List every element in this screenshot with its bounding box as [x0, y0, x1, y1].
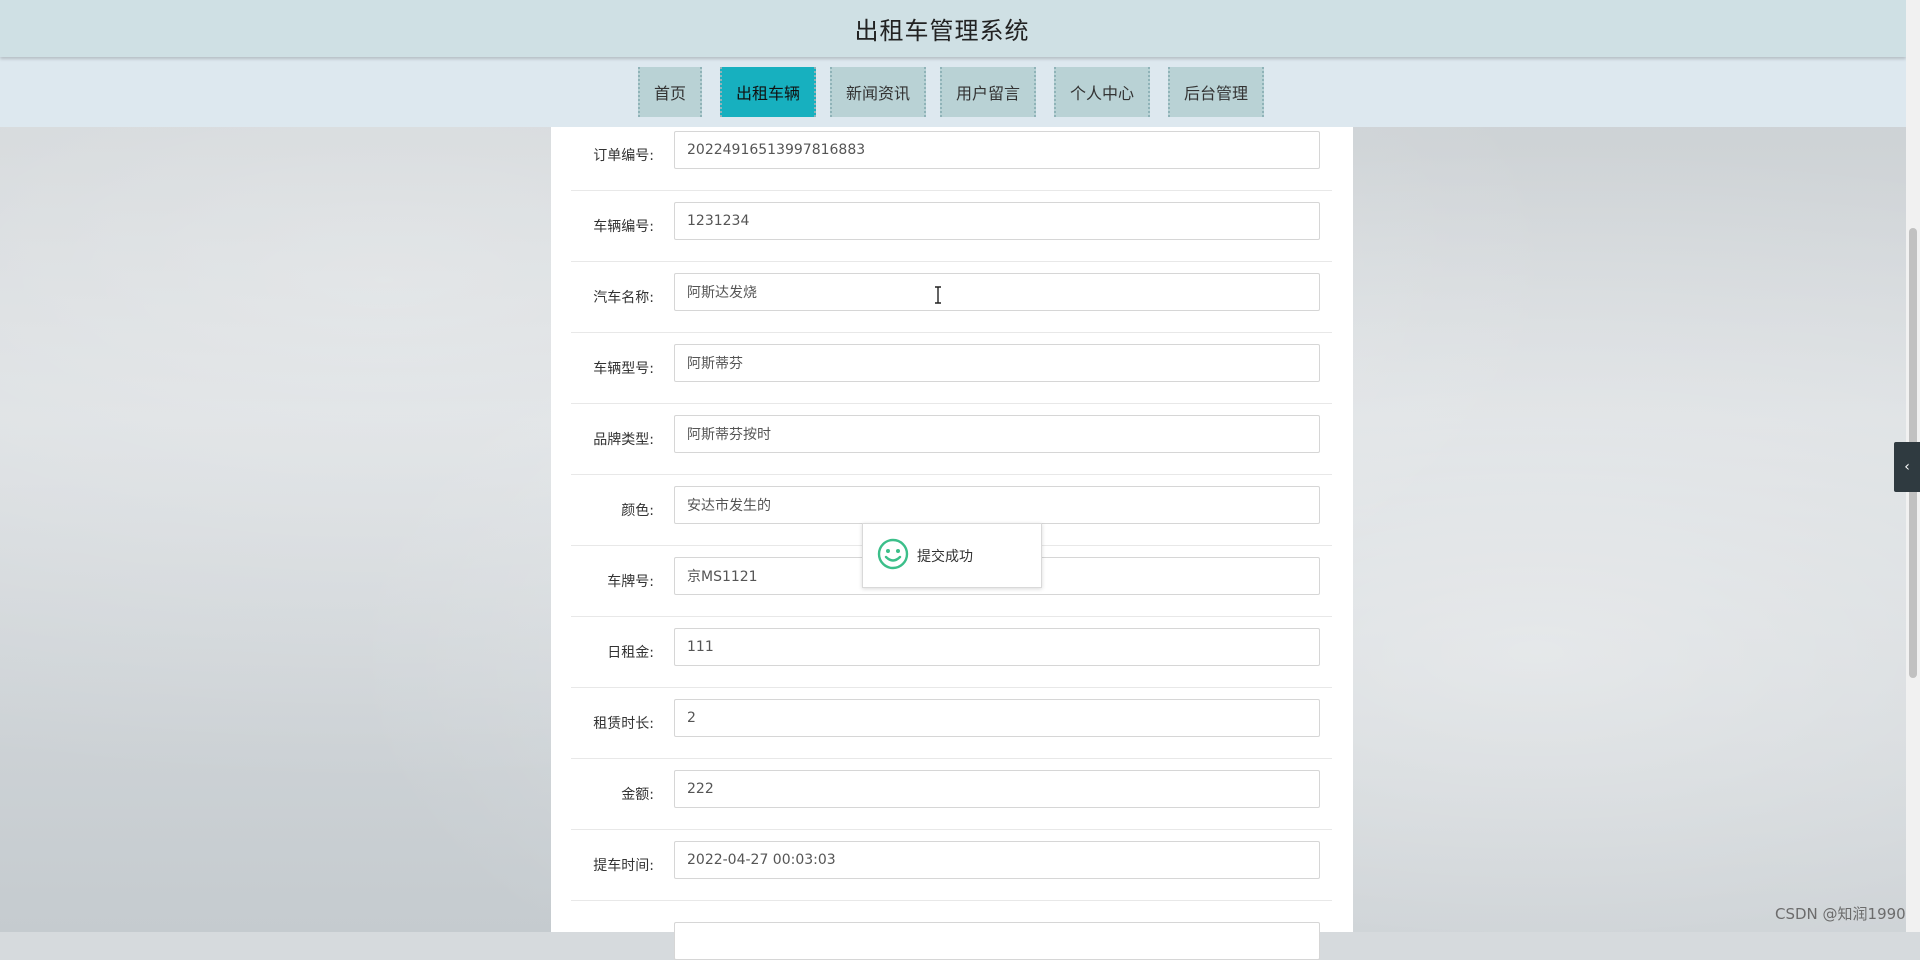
field-label: 颜色:	[621, 502, 654, 519]
car-name-input[interactable]	[674, 273, 1320, 311]
field-label: 车牌号:	[607, 573, 654, 590]
success-toast: 提交成功	[862, 523, 1042, 588]
sidetab-glyph: ‹	[1904, 459, 1910, 475]
toast-message: 提交成功	[917, 548, 973, 565]
nav-messages[interactable]: 用户留言	[940, 67, 1036, 117]
field-label: 日租金:	[607, 644, 654, 661]
field-label: 租赁时长:	[593, 715, 654, 732]
amount-input[interactable]	[674, 770, 1320, 808]
site-title: 出租车管理系统	[854, 17, 1030, 45]
form-row-amount: 金额:	[571, 758, 1332, 830]
form-row-car-name: 汽车名称:	[571, 261, 1332, 333]
form-row-pickup-time: 提车时间:	[571, 829, 1332, 901]
brand-input[interactable]	[674, 415, 1320, 453]
smiley-icon	[877, 538, 909, 574]
form-row-vehicle-no: 车辆编号:	[571, 190, 1332, 262]
field-label: 车辆编号:	[593, 218, 654, 235]
form-row-order-no: 订单编号:	[571, 119, 1332, 191]
model-input[interactable]	[674, 344, 1320, 382]
field-label: 汽车名称:	[593, 289, 654, 306]
chevron-left-icon[interactable]: ‹	[1894, 442, 1920, 492]
form-row-brand: 品牌类型:	[571, 403, 1332, 475]
order-no-input[interactable]	[674, 131, 1320, 169]
pickup-time-input[interactable]	[674, 841, 1320, 879]
form-row-partial	[571, 900, 1332, 960]
text-cursor-icon	[935, 286, 941, 304]
watermark: CSDN @知润1990	[1775, 905, 1906, 923]
next-field-input[interactable]	[674, 922, 1320, 960]
nav-rental-cars[interactable]: 出租车辆	[720, 67, 816, 117]
form-row-model: 车辆型号:	[571, 332, 1332, 404]
field-label: 品牌类型:	[593, 431, 654, 448]
field-label: 金额:	[621, 786, 654, 803]
nav-home[interactable]: 首页	[638, 67, 702, 117]
vehicle-no-input[interactable]	[674, 202, 1320, 240]
nav-admin[interactable]: 后台管理	[1168, 67, 1264, 117]
field-label: 车辆型号:	[593, 360, 654, 377]
nav-personal-center[interactable]: 个人中心	[1054, 67, 1150, 117]
header-bar: 出租车管理系统	[0, 0, 1906, 57]
daily-rent-input[interactable]	[674, 628, 1320, 666]
field-label: 提车时间:	[593, 857, 654, 874]
color-input[interactable]	[674, 486, 1320, 524]
field-label: 订单编号:	[593, 147, 654, 164]
duration-input[interactable]	[674, 699, 1320, 737]
nav-news[interactable]: 新闻资讯	[830, 67, 926, 117]
field-label	[571, 900, 654, 932]
form-row-duration: 租赁时长:	[571, 687, 1332, 759]
form-row-daily-rent: 日租金:	[571, 616, 1332, 688]
